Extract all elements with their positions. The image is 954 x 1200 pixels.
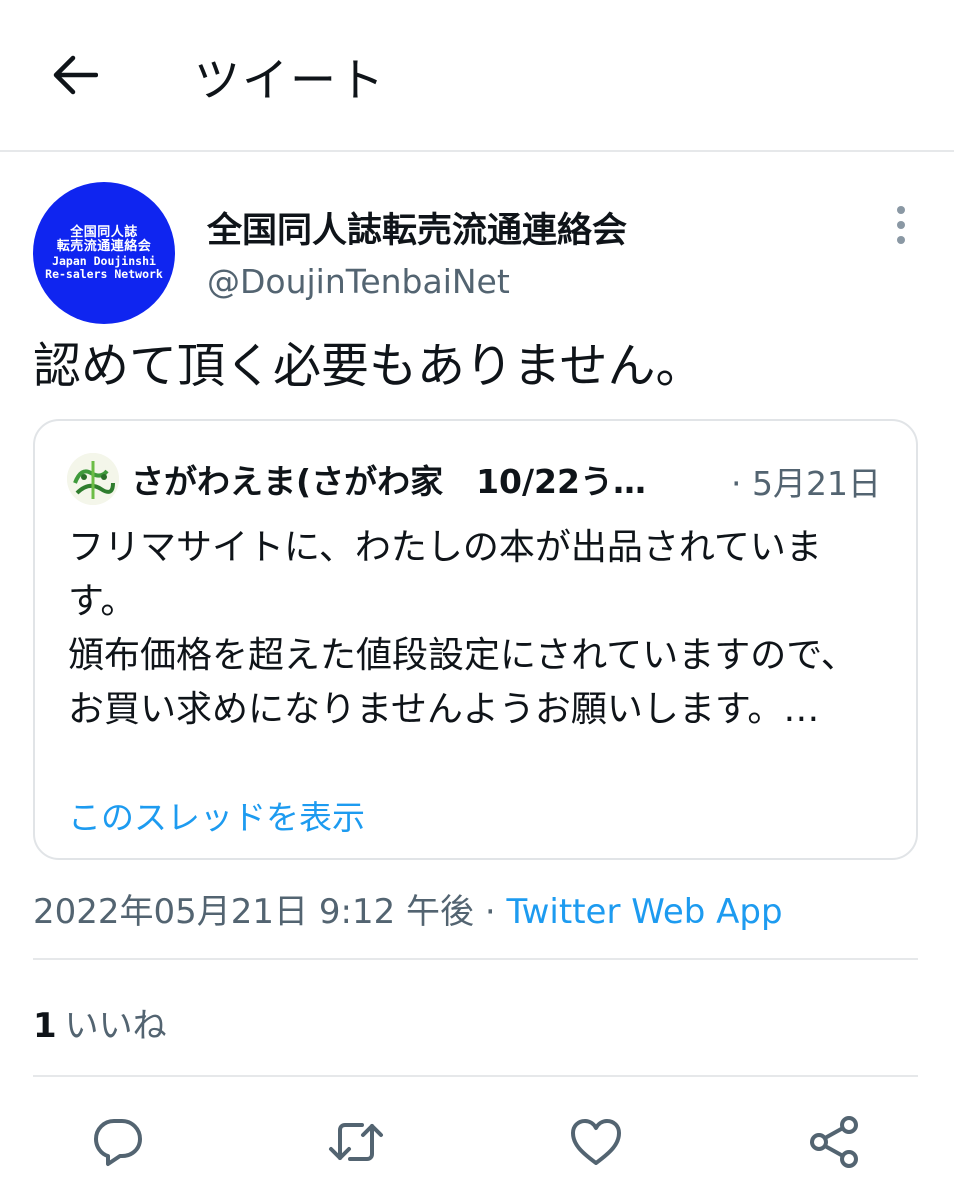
divider xyxy=(33,958,918,960)
tweet-timestamp[interactable]: 2022年05月21日 9:12 午後 xyxy=(33,892,474,932)
source-app-link[interactable]: Twitter Web App xyxy=(506,892,782,932)
share-icon xyxy=(810,1116,858,1168)
more-vertical-icon xyxy=(897,206,905,244)
author-display-name[interactable]: 全国同人誌転売流通連絡会 xyxy=(207,202,627,253)
heart-icon xyxy=(571,1119,621,1165)
author-avatar[interactable]: 全国同人誌 転売流通連絡会 Japan Doujinshi Re-salers … xyxy=(33,182,175,324)
likes-count[interactable]: 1 いいね xyxy=(33,998,167,1047)
comment-icon xyxy=(94,1119,142,1166)
back-button[interactable] xyxy=(48,48,102,102)
tweet-text: 認めて頂く必要もありません。 xyxy=(33,338,704,394)
show-thread-link[interactable]: このスレッドを表示 xyxy=(68,791,365,839)
likes-label: いいね xyxy=(64,1006,167,1046)
author-handle[interactable]: @DoujinTenbaiNet xyxy=(207,262,510,301)
retweet-button[interactable] xyxy=(326,1112,386,1172)
tweet-metadata: 2022年05月21日 9:12 午後 · Twitter Web App xyxy=(33,884,783,933)
page-title: ツイート xyxy=(194,53,386,107)
quoted-tweet-card[interactable]: さがわえま(さがわ家 10/22う… · 5月21日 フリマサイトに、わたしの本… xyxy=(33,419,918,860)
avatar-text-line1: 全国同人誌 xyxy=(70,224,138,240)
like-button[interactable] xyxy=(566,1112,626,1172)
avatar-text-line4: Re-salers Network xyxy=(45,266,163,281)
avatar-text-line2: 転売流通連絡会 xyxy=(56,239,152,255)
arrow-left-icon xyxy=(53,55,98,95)
quoted-tweet-date: · 5月21日 xyxy=(731,464,881,503)
quoted-avatar-image xyxy=(67,453,119,505)
avatar-text-line3: Japan Doujinshi xyxy=(52,253,156,268)
top-app-bar: ツイート xyxy=(0,0,954,152)
quoted-author-name: さがわえま(さがわ家 10/22う… xyxy=(131,462,646,501)
meta-separator: · xyxy=(474,892,507,932)
reply-button[interactable] xyxy=(88,1112,148,1172)
likes-number: 1 xyxy=(33,1006,57,1046)
share-button[interactable] xyxy=(804,1112,864,1172)
retweet-icon xyxy=(329,1123,383,1161)
quoted-tweet-text: フリマサイトに、わたしの本が出品されています。 頒布価格を超えた値段設定にされて… xyxy=(68,527,857,730)
more-options-button[interactable] xyxy=(886,204,916,246)
divider xyxy=(33,1075,918,1077)
quoted-author-avatar[interactable] xyxy=(67,453,119,505)
